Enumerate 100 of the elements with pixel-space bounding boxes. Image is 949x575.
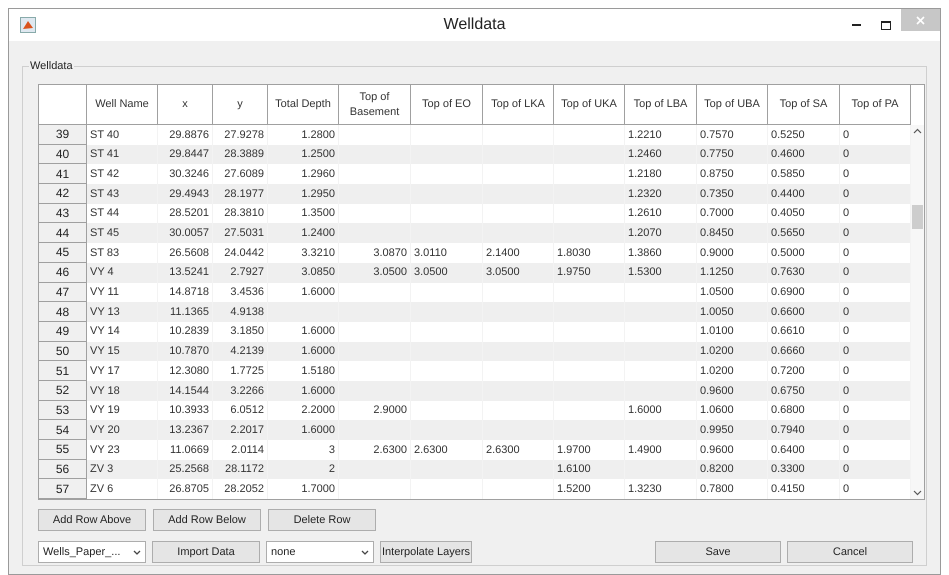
row-number[interactable]: 47 (39, 282, 87, 302)
table-cell-text: 0.7800 (700, 482, 734, 497)
push-button[interactable]: Cancel (787, 541, 913, 563)
row-number[interactable]: 53 (39, 400, 87, 420)
row-number[interactable]: 45 (39, 243, 87, 263)
table-cell-text: 10.2839 (169, 324, 209, 340)
scrollbar[interactable] (911, 125, 924, 499)
dropdown[interactable]: Wells_Paper_... (38, 541, 146, 563)
scroll-thumb[interactable] (912, 205, 923, 229)
table-cell-text: 14.8718 (169, 285, 209, 300)
table-cell-text: 0.6610 (771, 324, 805, 340)
table-cell-text: 0 (843, 246, 850, 261)
row-number[interactable]: 57 (39, 479, 87, 500)
table-cell-text: 0.8200 (700, 462, 734, 478)
row-number[interactable]: 43 (39, 204, 87, 224)
table-cell-text: 0 (843, 226, 850, 242)
row-number[interactable]: 51 (39, 361, 87, 381)
push-button[interactable]: Add Row Below (153, 509, 261, 531)
row-number[interactable]: 54 (39, 420, 87, 440)
maximize-icon (881, 20, 891, 30)
push-button[interactable]: Interpolate Layers (380, 541, 472, 563)
table-cell-text: 1.0600 (700, 403, 734, 418)
table-cell-text: 11.1365 (170, 304, 209, 320)
row-number[interactable]: 49 (39, 322, 87, 342)
row-number[interactable]: 41 (39, 164, 87, 184)
table-cell-text: 3.0500 (414, 265, 448, 280)
row-number[interactable]: 48 (39, 302, 87, 322)
table-cell-text: 1.2210 (628, 128, 662, 143)
table-cell-text: 0.5250 (771, 128, 805, 143)
table-cell-text: 2.9000 (373, 403, 407, 418)
row-number[interactable]: 46 (39, 262, 87, 282)
row-number[interactable]: 44 (39, 223, 87, 244)
table-cell-text: ST 45 (90, 226, 120, 242)
table-cell-text: 2.2000 (301, 403, 335, 418)
table-cell-text: 30.0057 (169, 226, 209, 242)
table-cell-text: 2.6300 (486, 442, 520, 458)
row-number[interactable]: 52 (39, 380, 87, 401)
table-cell-text: 2.6300 (414, 442, 448, 458)
table-cell-text: 0 (843, 482, 850, 497)
row-number[interactable]: 39 (39, 125, 87, 145)
table-cell-text: 27.6089 (224, 166, 264, 182)
table-cell-text: 0 (843, 304, 850, 320)
table-cell-text: VY 20 (90, 422, 120, 438)
table-cell-text: 0 (843, 166, 850, 182)
table-cell-text: 6.0512 (230, 403, 264, 418)
table-cell-text: 10.7870 (169, 344, 209, 360)
minimize-icon (852, 24, 860, 26)
table-cell-text: 1.6000 (301, 384, 335, 399)
table-cell-text: 1.6000 (301, 344, 335, 360)
table-cell-text: 1.7000 (301, 482, 335, 497)
table-cell-text: 0.9600 (700, 442, 734, 458)
row-number[interactable]: 50 (39, 342, 87, 362)
table-cell-text: 1.0100 (700, 324, 734, 340)
table-cell-text: 0 (843, 364, 850, 379)
table-cell-text: 0.5850 (771, 166, 805, 182)
row-number[interactable]: 40 (39, 144, 87, 164)
dropdown[interactable]: none (266, 541, 374, 563)
row-number[interactable]: 55 (39, 440, 87, 460)
table-cell-text: 2.6300 (373, 442, 407, 458)
table-cell-text: 2.2017 (230, 422, 264, 438)
close-icon (916, 16, 925, 24)
table-cell-text: 2.7927 (230, 265, 264, 280)
chevron-down-icon (133, 550, 141, 554)
table-cell-text: 0.7350 (700, 186, 734, 202)
table-cell-text: 0 (843, 462, 850, 478)
push-button[interactable]: Delete Row (268, 509, 376, 531)
push-button[interactable]: Add Row Above (38, 509, 146, 531)
table-cell-text: ST 42 (90, 166, 120, 182)
row-number[interactable]: 42 (39, 184, 87, 204)
table-cell-text: 25.2568 (169, 462, 209, 478)
table-cell-text: 0.7940 (771, 422, 805, 438)
table-cell-text: 1.2320 (628, 186, 662, 202)
table-cell-text: VY 17 (90, 364, 120, 379)
table-cell-text: 29.4943 (169, 186, 209, 202)
table-cell-text: VY 23 (90, 442, 120, 458)
table-cell-text: 1.2500 (301, 147, 335, 162)
table-cell-text: 0.3300 (771, 462, 805, 478)
table-cell-text: VY 13 (90, 304, 120, 320)
table-cell-text: 0.7750 (700, 147, 734, 162)
table-cell-text: ST 43 (90, 186, 120, 202)
push-button[interactable]: Save (655, 541, 781, 563)
table-cell-text: 1.5200 (557, 482, 591, 497)
table-cell-text: 1.4900 (628, 442, 662, 458)
table-cell-text: 28.5201 (169, 206, 209, 222)
table-cell-text: 0.6600 (771, 304, 805, 320)
table-cell-text: 0.4400 (771, 186, 805, 202)
table-cell-text: 3.0110 (414, 246, 447, 261)
table-cell-text: 28.1977 (224, 186, 264, 202)
table-cell-text: 0.5000 (771, 246, 805, 261)
row-number[interactable]: 56 (39, 460, 87, 480)
push-button[interactable]: Import Data (152, 541, 260, 563)
table-cell-text: 3.1850 (230, 324, 264, 340)
table-cell-text: ST 40 (90, 128, 120, 143)
table-cell-text: 1.2180 (628, 166, 662, 182)
table-cell-text: 0.6900 (771, 285, 805, 300)
table-cell-text: 2 (328, 462, 335, 478)
table-cell-text: 0.4050 (771, 206, 805, 222)
table-cell-text: 28.1172 (225, 462, 264, 478)
table-cell-text: 0.7000 (700, 206, 734, 222)
table-cell-text: VY 18 (90, 384, 120, 399)
